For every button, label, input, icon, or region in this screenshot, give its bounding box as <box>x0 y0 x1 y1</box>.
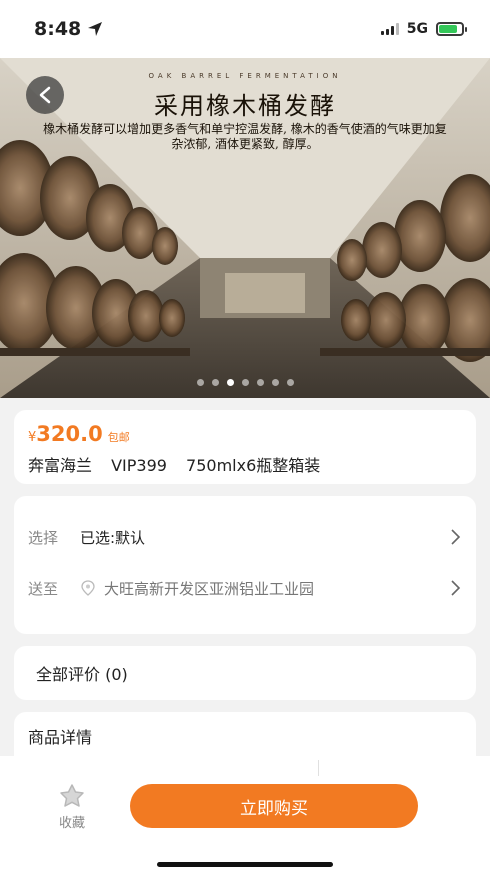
spec-select-label: 选择 <box>28 528 59 547</box>
details-label: 商品详情 <box>28 728 93 747</box>
hero-title: 采用橡木桶发酵 <box>154 92 336 120</box>
carousel-dot[interactable] <box>271 379 279 386</box>
network-type: 5G <box>406 21 428 37</box>
spec-select-value: 已选:默认 <box>80 528 146 547</box>
ship-address-row[interactable]: 送至 大旺高新开发区亚洲铝业工业园 <box>28 577 462 599</box>
price-card: ¥ 320.0 包邮 奔富海兰 VIP399 750mlx6瓶整箱装 <box>14 410 476 484</box>
price-row: ¥ 320.0 包邮 <box>28 422 462 446</box>
favorite-label: 收藏 <box>58 816 85 831</box>
favorite-icon <box>56 782 88 810</box>
carousel-dot[interactable] <box>211 379 219 386</box>
home-indicator <box>157 862 333 867</box>
status-indicators: 5G <box>380 21 467 37</box>
back-icon <box>39 86 51 104</box>
time-text: 8:48 <box>34 18 82 40</box>
back-button[interactable] <box>26 76 64 114</box>
hero-description: 橡木桶发酵可以增加更多香气和单宁控温发酵, 橡木的香气使酒的气味更加复杂浓郁, … <box>43 122 447 151</box>
bottom-action-bar: 收藏 立即购买 <box>0 756 490 876</box>
ship-address: 大旺高新开发区亚洲铝业工业园 <box>104 579 315 598</box>
shipping-tag: 包邮 <box>107 431 130 444</box>
carousel-dot[interactable] <box>241 379 249 386</box>
status-time: 8:48 <box>34 18 103 40</box>
carousel-dot[interactable] <box>196 379 204 386</box>
location-arrow-icon <box>88 22 103 36</box>
status-bar: 8:48 5G <box>0 0 490 58</box>
ship-label: 送至 <box>28 579 59 598</box>
chevron-right-icon <box>451 580 461 596</box>
hero-subtitle: OAK BARREL FERMENTATION <box>148 72 342 80</box>
price-currency: ¥ <box>28 430 37 445</box>
divider <box>318 760 319 776</box>
battery-icon <box>436 22 467 36</box>
carousel-dot[interactable] <box>226 379 234 386</box>
carousel-dots[interactable] <box>0 379 490 386</box>
carousel-dot[interactable] <box>256 379 264 386</box>
product-name: 奔富海兰 VIP399 750mlx6瓶整箱装 <box>28 456 321 475</box>
spec-select-row[interactable]: 选择 已选:默认 <box>28 526 462 548</box>
signal-icon <box>380 23 399 35</box>
price-value: 320.0 <box>36 422 103 446</box>
reviews-label: 全部评价 (0) <box>36 665 128 684</box>
options-card: 选择 已选:默认 送至 大旺高新开发区亚洲铝业工业园 <box>14 496 476 634</box>
carousel-dot[interactable] <box>286 379 294 386</box>
favorite-button[interactable]: 收藏 <box>48 782 96 831</box>
buy-now-button[interactable]: 立即购买 <box>130 784 418 828</box>
location-pin-icon <box>80 580 98 596</box>
chevron-right-icon <box>451 529 461 545</box>
hero-banner[interactable]: OAK BARREL FERMENTATION 采用橡木桶发酵 橡木桶发酵可以增… <box>0 58 490 398</box>
reviews-card[interactable]: 全部评价 (0) <box>14 646 476 700</box>
